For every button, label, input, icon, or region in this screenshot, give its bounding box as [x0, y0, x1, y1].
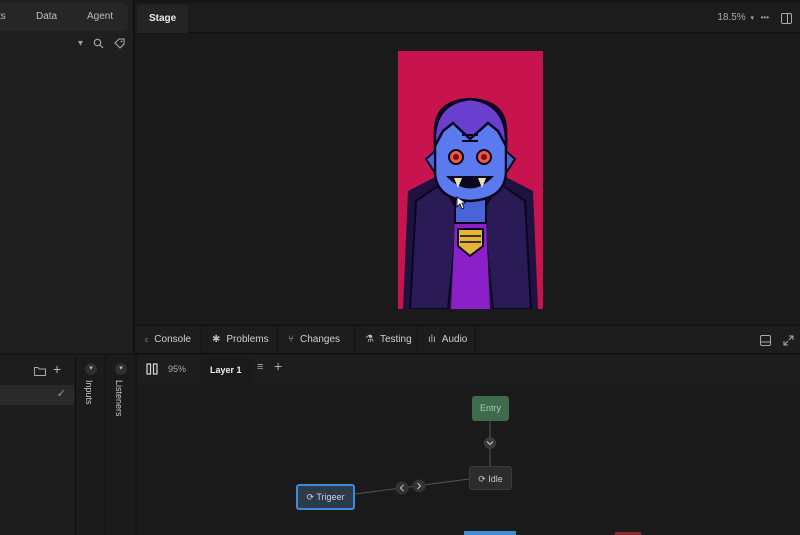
dropdown-icon[interactable]: ▾ — [78, 38, 83, 49]
stage-zoom-value: 18.5% — [717, 12, 746, 23]
mouse-cursor-icon — [456, 196, 466, 210]
dock-bottom-icon[interactable] — [760, 335, 771, 346]
loop-icon: ⟳ — [478, 474, 486, 484]
tab-console-label: Console — [154, 334, 191, 345]
listeners-column: ▾ Listeners — [105, 355, 135, 535]
tab-agent[interactable]: Agent — [87, 3, 113, 31]
check-icon: ✓ — [56, 388, 66, 400]
bug-icon: ✱ — [212, 334, 221, 345]
app-window: ts Data Agent ▾ Stage 18.5% ▾ ••• — [0, 0, 800, 535]
panel-toggle-icon[interactable] — [781, 13, 792, 24]
flask-icon: ⚗ — [365, 334, 374, 345]
stage-header-icons: ••• — [761, 3, 792, 33]
tab-problems-label: Problems — [226, 334, 269, 345]
bottom-panel-tabs: Console ✱ Problems ⑂ Changes ⚗ Testing ı… — [135, 325, 800, 354]
inputs-collapse-icon[interactable]: ▾ — [85, 363, 97, 375]
more-icon[interactable]: ••• — [761, 3, 769, 33]
tab-testing-label: Testing — [379, 334, 412, 345]
tag-icon[interactable] — [114, 38, 125, 49]
idle-node-label: Idle — [488, 474, 503, 484]
trigger-node[interactable]: ⟳ Trigeer — [296, 484, 355, 510]
tab-stage[interactable]: Stage — [137, 5, 189, 33]
loop-icon: ⟳ — [306, 492, 314, 502]
chevron-down-icon: ▾ — [750, 15, 754, 22]
add-layer-icon[interactable]: + — [274, 358, 282, 374]
listeners-label: Listeners — [114, 380, 124, 417]
folder-icon[interactable] — [34, 366, 46, 376]
pause-icon[interactable] — [146, 363, 158, 375]
trigger-node-label: Trigeer — [316, 492, 345, 502]
left-panel: ts Data Agent ▾ — [0, 0, 134, 353]
branch-icon: ⑂ — [288, 334, 294, 345]
inputs-label: Inputs — [84, 380, 94, 405]
state-machine-canvas[interactable]: Entry ⟳ Idle ⟳ Trigeer — [137, 383, 800, 535]
list-icon[interactable]: ≡ — [257, 361, 263, 373]
tab-audio-label: Audio — [441, 334, 468, 345]
tab-testing[interactable]: ⚗ Testing — [355, 326, 418, 354]
audio-icon: ılı — [428, 334, 436, 345]
tab-audio[interactable]: ılı Audio — [418, 326, 476, 354]
state-machine-zoom[interactable]: 95% — [168, 355, 186, 383]
stage-zoom-dropdown[interactable]: 18.5% ▾ — [717, 3, 754, 34]
tab-layer-1[interactable]: Layer 1 — [199, 358, 253, 383]
tab-data[interactable]: Data — [36, 3, 57, 31]
tab-problems[interactable]: ✱ Problems — [202, 326, 278, 354]
stage-header: Stage 18.5% ▾ ••• — [135, 3, 800, 33]
expand-icon[interactable] — [783, 335, 794, 346]
idle-node[interactable]: ⟳ Idle — [469, 466, 512, 490]
tab-console[interactable]: Console — [135, 326, 202, 354]
tab-changes[interactable]: ⑂ Changes — [278, 326, 355, 354]
list-item-selected[interactable]: ✓ — [0, 385, 74, 405]
tab-assets[interactable]: ts — [0, 3, 6, 31]
add-icon[interactable]: + — [53, 361, 61, 377]
bottom-panel-icons — [760, 326, 794, 346]
left-toolbar: ▾ — [78, 38, 125, 49]
console-icon — [145, 338, 149, 342]
vampire-illustration — [403, 97, 538, 309]
left-tabs: ts Data Agent — [0, 3, 128, 31]
search-icon[interactable] — [93, 38, 104, 49]
inputs-column: ▾ Inputs — [75, 355, 105, 535]
artboard[interactable] — [398, 51, 543, 309]
listeners-collapse-icon[interactable]: ▾ — [115, 363, 127, 375]
transition-lines — [354, 421, 641, 535]
stage-canvas[interactable] — [135, 34, 800, 324]
state-machine-header: 95% Layer 1 ≡ + — [137, 355, 800, 383]
entry-node[interactable]: Entry — [472, 396, 509, 421]
tab-changes-label: Changes — [300, 334, 341, 345]
